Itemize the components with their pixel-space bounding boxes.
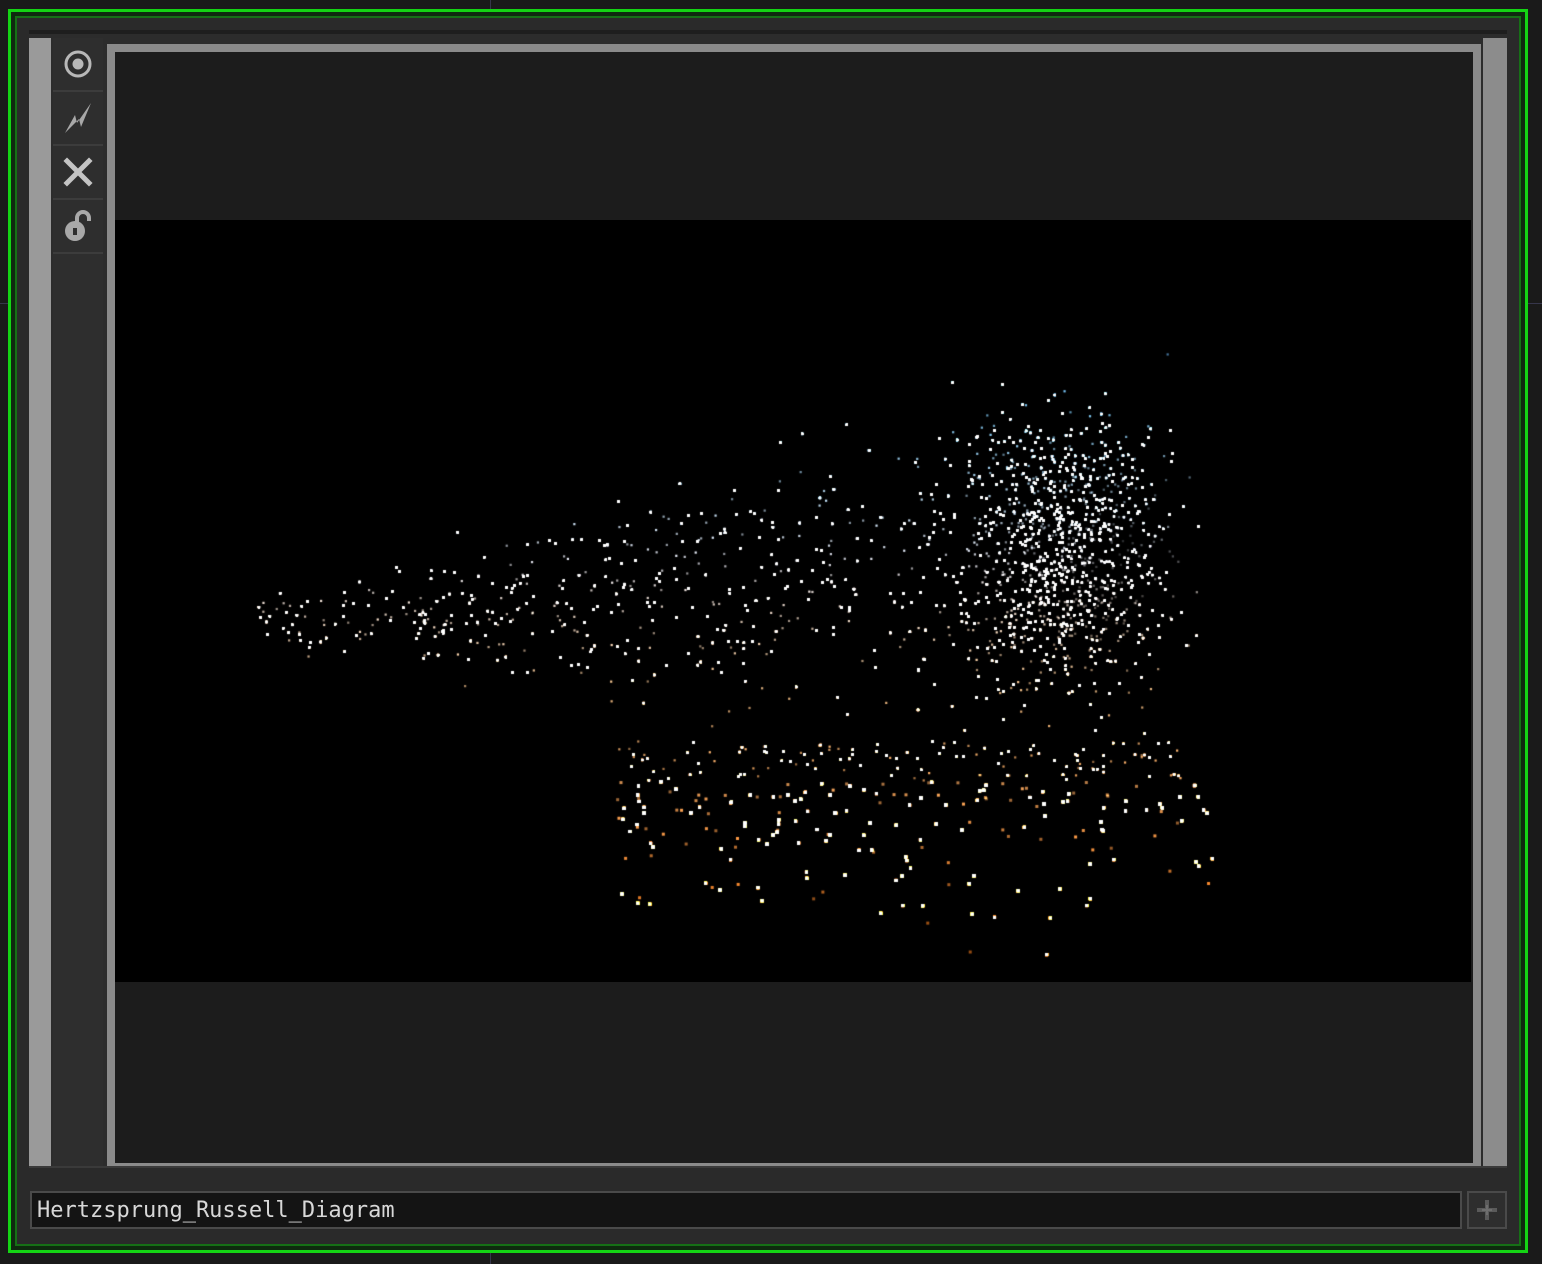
- node-input-rail[interactable]: [29, 38, 51, 1171]
- node-footer-strip: [29, 1166, 1507, 1188]
- close-icon: [63, 157, 93, 187]
- unlock-icon: [65, 210, 91, 241]
- close-button[interactable]: [53, 146, 103, 200]
- operator-name-field[interactable]: Hertzsprung_Russell_Diagram: [30, 1191, 1462, 1229]
- lock-toggle[interactable]: [53, 200, 103, 254]
- add-button[interactable]: [1467, 1191, 1507, 1229]
- node-output-rail[interactable]: [1483, 38, 1507, 1171]
- target-icon: [64, 50, 92, 78]
- operator-node-body: [29, 30, 1507, 1171]
- viewer-active-toggle[interactable]: [53, 38, 103, 92]
- lightning-icon: [65, 103, 91, 133]
- operator-name-label: Hertzsprung_Russell_Diagram: [37, 1197, 395, 1223]
- particle-render-canvas: [115, 220, 1471, 982]
- node-viewer[interactable]: [115, 52, 1473, 1163]
- node-toolbar: [53, 38, 103, 1171]
- viewer-frame: [107, 44, 1481, 1171]
- plus-icon: [1477, 1200, 1497, 1220]
- bypass-toggle[interactable]: [53, 92, 103, 146]
